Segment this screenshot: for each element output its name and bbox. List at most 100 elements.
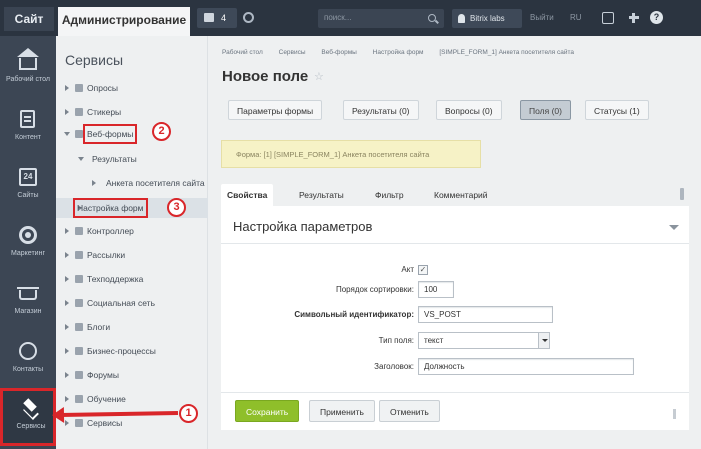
notification-icon bbox=[204, 13, 214, 22]
sid-input[interactable]: VS_POST bbox=[418, 306, 553, 323]
site-tab[interactable]: Сайт bbox=[4, 7, 54, 31]
expand-arrow-icon[interactable] bbox=[65, 372, 69, 378]
form-note: Форма: [1] [SIMPLE_FORM_1] Анкета посети… bbox=[221, 140, 481, 168]
tree-item-visitor-form[interactable]: Анкета посетителя сайта bbox=[56, 173, 208, 193]
star-icon[interactable]: ☆ bbox=[314, 70, 324, 83]
add-icon[interactable] bbox=[628, 12, 640, 24]
module-label: Контент bbox=[15, 134, 41, 141]
module-marketing[interactable]: Маркетинг bbox=[0, 218, 56, 276]
gear-icon[interactable] bbox=[243, 12, 254, 23]
apply-button[interactable]: Применить bbox=[309, 400, 375, 422]
expand-arrow-icon[interactable] bbox=[65, 396, 69, 402]
chevron-down-icon[interactable] bbox=[669, 225, 679, 230]
module-sites[interactable]: 24 Сайты bbox=[0, 160, 56, 218]
tree-item-mailings[interactable]: Рассылки bbox=[56, 245, 208, 265]
tab-questions[interactable]: Вопросы (0) bbox=[436, 100, 502, 120]
module-desktop[interactable]: Рабочий стол bbox=[0, 44, 56, 102]
breadcrumb-item[interactable]: Рабочий стол bbox=[222, 49, 263, 56]
tab-results[interactable]: Результаты (0) bbox=[343, 100, 419, 120]
polls-icon bbox=[75, 84, 83, 92]
layers-icon bbox=[22, 397, 40, 415]
tree-item-label: Форумы bbox=[87, 370, 119, 380]
field-row-title: Заголовок: Должность bbox=[221, 358, 689, 378]
active-label: Акт bbox=[401, 265, 414, 274]
step-badge-3: 3 bbox=[167, 198, 186, 217]
services-tree: Сервисы Опросы Стикеры Веб-формы Результ… bbox=[56, 36, 208, 449]
active-checkbox[interactable]: ✓ bbox=[418, 265, 428, 275]
user-menu[interactable]: Bitrix labs bbox=[452, 9, 522, 28]
dropdown-arrow-icon[interactable] bbox=[538, 333, 549, 348]
stickers-icon bbox=[75, 108, 83, 116]
expand-arrow-icon[interactable] bbox=[65, 109, 69, 115]
search-placeholder: поиск... bbox=[324, 13, 352, 22]
search-icon[interactable] bbox=[428, 14, 436, 22]
expand-arrow-icon[interactable] bbox=[65, 420, 69, 426]
type-label: Тип поля: bbox=[378, 336, 414, 345]
resize-handle[interactable] bbox=[673, 409, 676, 419]
module-label: Сервисы bbox=[16, 423, 46, 430]
tree-item-web-forms[interactable]: Веб-формы bbox=[56, 124, 208, 144]
tree-item-label: Настройка форм bbox=[73, 198, 148, 218]
cancel-button[interactable]: Отменить bbox=[379, 400, 440, 422]
expand-arrow-icon[interactable] bbox=[65, 324, 69, 330]
tree-item-polls[interactable]: Опросы bbox=[56, 78, 208, 98]
tree-item-social-network[interactable]: Социальная сеть bbox=[56, 293, 208, 313]
tab-fields[interactable]: Поля (0) bbox=[520, 100, 571, 120]
sort-input[interactable]: 100 bbox=[418, 281, 454, 298]
subtab-properties[interactable]: Свойства bbox=[221, 184, 274, 206]
module-services[interactable]: Сервисы bbox=[0, 388, 56, 446]
language-selector[interactable]: RU bbox=[570, 13, 582, 22]
expand-arrow-icon[interactable] bbox=[65, 252, 69, 258]
tree-item-blogs[interactable]: Блоги bbox=[56, 317, 208, 337]
collapse-arrow-icon[interactable] bbox=[64, 132, 70, 136]
admin-tab[interactable]: Администрирование bbox=[58, 7, 190, 36]
expand-arrow-icon[interactable] bbox=[65, 85, 69, 91]
expand-arrow-icon[interactable] bbox=[65, 300, 69, 306]
subtab-filter[interactable]: Фильтр bbox=[369, 184, 410, 206]
field-row-sid: Символьный идентификатор: VS_POST bbox=[221, 306, 689, 326]
breadcrumb-item[interactable]: Веб-формы bbox=[321, 49, 356, 56]
module-content[interactable]: Контент bbox=[0, 102, 56, 160]
tree-title: Сервисы bbox=[65, 52, 124, 68]
social-icon bbox=[75, 299, 83, 307]
expand-arrow-icon[interactable] bbox=[65, 348, 69, 354]
expand-arrow-icon[interactable] bbox=[65, 276, 69, 282]
breadcrumb-item[interactable]: [SIMPLE_FORM_1] Анкета посетителя сайта bbox=[439, 49, 574, 56]
panel-header[interactable]: Настройка параметров bbox=[221, 206, 689, 244]
tab-statuses[interactable]: Статусы (1) bbox=[585, 100, 649, 120]
scroll-handle[interactable] bbox=[680, 188, 684, 200]
collapse-arrow-icon[interactable] bbox=[78, 157, 84, 161]
document-icon bbox=[20, 110, 35, 128]
type-select[interactable]: текст bbox=[418, 332, 550, 349]
module-shop[interactable]: Магазин bbox=[0, 276, 56, 334]
search-input[interactable]: поиск... bbox=[318, 9, 444, 28]
tree-item-business-processes[interactable]: Бизнес-процессы bbox=[56, 341, 208, 361]
tree-item-forums[interactable]: Форумы bbox=[56, 365, 208, 385]
expand-arrow-icon[interactable] bbox=[65, 228, 69, 234]
module-contacts[interactable]: Контакты bbox=[0, 334, 56, 392]
subtab-bar: Свойства Результаты Фильтр Комментарий bbox=[221, 184, 689, 206]
module-label: Контакты bbox=[12, 366, 44, 373]
window-icon[interactable] bbox=[602, 12, 614, 24]
help-icon[interactable]: ? bbox=[650, 11, 663, 24]
field-row-active: Акт ✓ bbox=[221, 261, 689, 281]
exit-link[interactable]: Выйти bbox=[530, 13, 554, 22]
expand-arrow-icon[interactable] bbox=[92, 180, 96, 186]
tab-form-parameters[interactable]: Параметры формы bbox=[228, 100, 323, 120]
home-icon bbox=[17, 48, 39, 70]
title-input[interactable]: Должность bbox=[418, 358, 634, 375]
breadcrumb-item[interactable]: Сервисы bbox=[279, 49, 306, 56]
page-title: Новое поле bbox=[222, 68, 309, 85]
tree-item-support[interactable]: Техподдержка bbox=[56, 269, 208, 289]
breadcrumb-item[interactable]: Настройка форм bbox=[373, 49, 424, 56]
tree-item-controller[interactable]: Контроллер bbox=[56, 221, 208, 241]
tree-item-stickers[interactable]: Стикеры bbox=[56, 102, 208, 122]
subtab-comment[interactable]: Комментарий bbox=[428, 184, 494, 206]
save-button[interactable]: Сохранить bbox=[235, 400, 300, 422]
subtab-results[interactable]: Результаты bbox=[293, 184, 350, 206]
tree-item-label: Опросы bbox=[87, 83, 119, 93]
sort-label: Порядок сортировки: bbox=[335, 285, 414, 294]
tree-item-label: Анкета посетителя сайта bbox=[106, 178, 205, 188]
tree-item-results[interactable]: Результаты bbox=[56, 149, 208, 169]
notifications-button[interactable]: 4 bbox=[197, 8, 237, 28]
